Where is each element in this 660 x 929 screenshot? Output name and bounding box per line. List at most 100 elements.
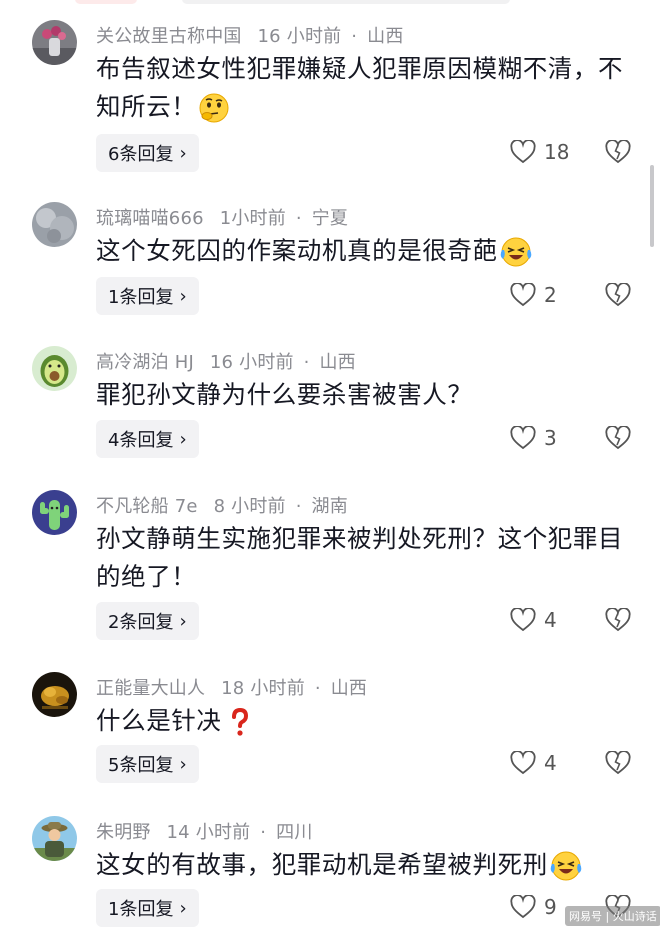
avatar[interactable] bbox=[32, 490, 77, 535]
chevron-right-icon: › bbox=[179, 753, 187, 775]
replies-label: 5条回复 bbox=[108, 755, 174, 776]
meta-separator: · bbox=[314, 678, 321, 699]
replies-label: 4条回复 bbox=[108, 430, 174, 451]
like-button[interactable]: 2 bbox=[510, 283, 557, 307]
meta-separator: · bbox=[260, 822, 267, 843]
comment-meta: 朱明野 14 小时前 · 四川 bbox=[96, 818, 313, 844]
avatar[interactable] bbox=[32, 346, 77, 391]
location: 宁夏 bbox=[311, 208, 349, 229]
location: 山西 bbox=[319, 352, 356, 373]
comment-text-content: 孙文静萌生实施犯罪来被判处死刑？这个犯罪目的绝了！ bbox=[96, 524, 624, 591]
username[interactable]: 朱明野 bbox=[96, 822, 151, 843]
comment-text-content: 这个女死囚的作案动机真的是很奇葩 bbox=[96, 236, 498, 265]
avatar[interactable] bbox=[32, 672, 77, 717]
dislike-button[interactable] bbox=[605, 283, 631, 307]
view-replies-button[interactable]: 2条回复 › bbox=[96, 602, 199, 640]
location: 山西 bbox=[330, 678, 368, 699]
dislike-button[interactable] bbox=[605, 751, 631, 775]
like-count: 3 bbox=[544, 426, 557, 450]
dislike-button[interactable] bbox=[605, 140, 631, 164]
chevron-right-icon: › bbox=[179, 610, 187, 632]
replies-label: 1条回复 bbox=[108, 287, 174, 308]
username[interactable]: 琉璃喵喵666 bbox=[96, 208, 204, 229]
heart-outline-icon bbox=[510, 608, 536, 632]
laughing-crying-face-icon bbox=[550, 850, 582, 882]
comment-text: 孙文静萌生实施犯罪来被判处死刑？这个犯罪目的绝了！ bbox=[96, 520, 636, 596]
like-count: 4 bbox=[544, 608, 557, 632]
broken-heart-icon bbox=[605, 608, 631, 632]
comment-text-content: 罪犯孙文静为什么要杀害被害人？ bbox=[96, 380, 473, 409]
timestamp: 1小时前 bbox=[219, 208, 286, 229]
broken-heart-icon bbox=[605, 283, 631, 307]
location: 湖南 bbox=[311, 496, 348, 517]
comment-text: 罪犯孙文静为什么要杀害被害人？ bbox=[96, 376, 636, 414]
comment-text: 这个女死囚的作案动机真的是很奇葩 bbox=[96, 232, 636, 270]
location: 四川 bbox=[276, 822, 313, 843]
timestamp: 16 小时前 bbox=[209, 352, 294, 373]
meta-separator: · bbox=[351, 26, 358, 47]
avatar[interactable] bbox=[32, 202, 77, 247]
comment-meta: 关公故里古称中国 16 小时前 · 山西 bbox=[96, 22, 404, 48]
comment-text-content: 布告叙述女性犯罪嫌疑人犯罪原因模糊不清，不知所云！ bbox=[96, 54, 624, 121]
comment-text: 这女的有故事，犯罪动机是希望被判死刑 bbox=[96, 846, 636, 884]
comment-text-content: 这女的有故事，犯罪动机是希望被判死刑 bbox=[96, 850, 548, 879]
thinking-face-icon bbox=[198, 92, 230, 124]
like-button[interactable]: 4 bbox=[510, 751, 557, 775]
avatar[interactable] bbox=[32, 816, 77, 861]
top-input-partial bbox=[182, 0, 510, 4]
heart-outline-icon bbox=[510, 140, 536, 164]
like-count: 2 bbox=[544, 283, 557, 307]
view-replies-button[interactable]: 6条回复 › bbox=[96, 134, 199, 172]
view-replies-button[interactable]: 5条回复 › bbox=[96, 745, 199, 783]
top-partial-bar bbox=[0, 0, 660, 6]
replies-label: 2条回复 bbox=[108, 612, 174, 633]
comment-text: 什么是针决 bbox=[96, 702, 636, 740]
watermark: 网易号 | 火山诗话 bbox=[565, 906, 660, 926]
view-replies-button[interactable]: 1条回复 › bbox=[96, 277, 199, 315]
username[interactable]: 正能量大山人 bbox=[96, 678, 205, 699]
view-replies-button[interactable]: 4条回复 › bbox=[96, 420, 199, 458]
like-button[interactable]: 3 bbox=[510, 426, 557, 450]
dislike-button[interactable] bbox=[605, 426, 631, 450]
like-count: 18 bbox=[544, 140, 570, 164]
comment-meta: 琉璃喵喵666 1小时前 · 宁夏 bbox=[96, 204, 348, 230]
like-count: 4 bbox=[544, 751, 557, 775]
like-count: 9 bbox=[544, 895, 557, 919]
timestamp: 8 小时前 bbox=[213, 496, 286, 517]
meta-separator: · bbox=[295, 496, 302, 517]
username[interactable]: 关公故里古称中国 bbox=[96, 26, 242, 47]
comment-meta: 不凡轮船 7e 8 小时前 · 湖南 bbox=[96, 492, 348, 518]
heart-outline-icon bbox=[510, 426, 536, 450]
replies-label: 6条回复 bbox=[108, 144, 174, 165]
comment-text: 布告叙述女性犯罪嫌疑人犯罪原因模糊不清，不知所云！ bbox=[96, 50, 636, 126]
avatar[interactable] bbox=[32, 20, 77, 65]
location: 山西 bbox=[367, 26, 404, 47]
like-button[interactable]: 18 bbox=[510, 140, 569, 164]
heart-outline-icon bbox=[510, 751, 536, 775]
timestamp: 16 小时前 bbox=[257, 26, 342, 47]
meta-separator: · bbox=[303, 352, 310, 373]
view-replies-button[interactable]: 1条回复 › bbox=[96, 889, 199, 927]
timestamp: 14 小时前 bbox=[166, 822, 251, 843]
dislike-button[interactable] bbox=[605, 608, 631, 632]
meta-separator: · bbox=[295, 208, 302, 229]
chevron-right-icon: › bbox=[179, 428, 187, 450]
heart-outline-icon bbox=[510, 895, 536, 919]
comment-text-content: 什么是针决 bbox=[96, 706, 222, 735]
scrollbar[interactable] bbox=[650, 165, 654, 247]
username[interactable]: 高冷湖泊 HJ bbox=[96, 352, 194, 373]
username[interactable]: 不凡轮船 7e bbox=[96, 496, 198, 517]
replies-label: 1条回复 bbox=[108, 899, 174, 920]
like-button[interactable]: 4 bbox=[510, 608, 557, 632]
top-tag-partial bbox=[75, 0, 137, 4]
broken-heart-icon bbox=[605, 140, 631, 164]
timestamp: 18 小时前 bbox=[221, 678, 305, 699]
comment-meta: 高冷湖泊 HJ 16 小时前 · 山西 bbox=[96, 348, 356, 374]
laughing-crying-face-icon bbox=[500, 236, 532, 268]
like-button[interactable]: 9 bbox=[510, 895, 557, 919]
broken-heart-icon bbox=[605, 751, 631, 775]
chevron-right-icon: › bbox=[179, 285, 187, 307]
chevron-right-icon: › bbox=[179, 897, 187, 919]
heart-outline-icon bbox=[510, 283, 536, 307]
broken-heart-icon bbox=[605, 426, 631, 450]
